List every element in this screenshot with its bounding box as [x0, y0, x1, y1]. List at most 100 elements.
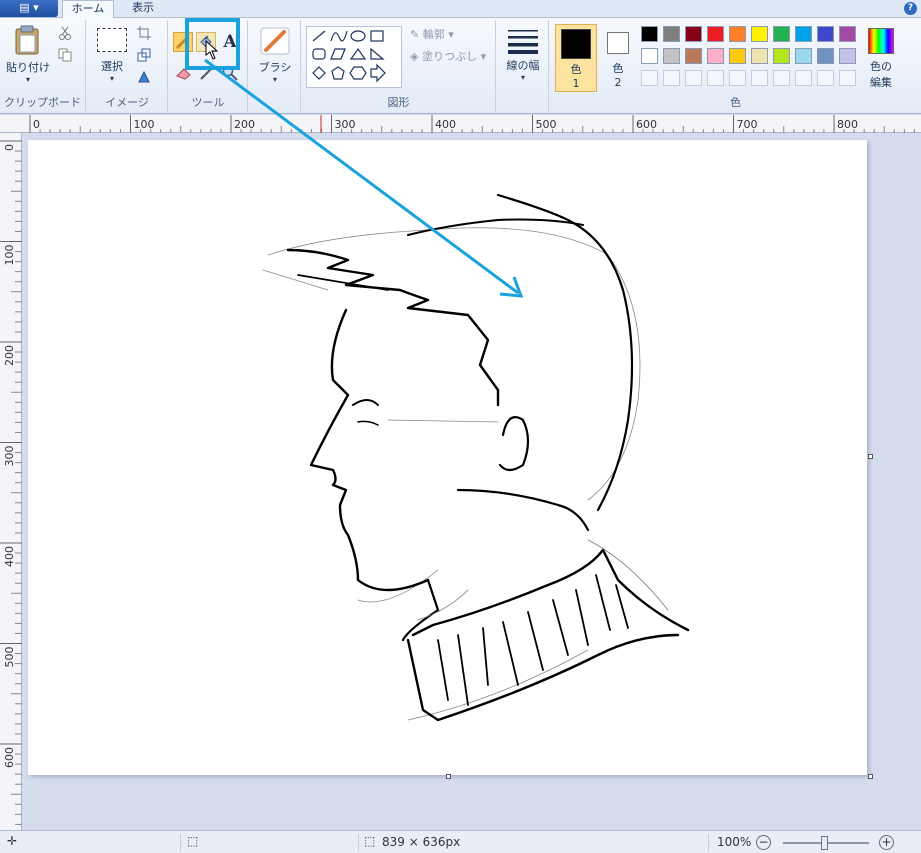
line-width-icon	[508, 30, 538, 54]
palette-swatch[interactable]	[773, 70, 790, 86]
color1-number: 1	[572, 77, 580, 90]
drawing-canvas[interactable]	[28, 140, 867, 775]
canvas-resize-handle-corner[interactable]	[868, 774, 873, 779]
palette-swatch[interactable]	[839, 70, 856, 86]
shapes-gallery[interactable]	[306, 26, 402, 88]
ruler-label: 0	[33, 118, 40, 131]
color2-button[interactable]: 色 2	[601, 24, 635, 92]
palette-swatch[interactable]	[685, 26, 702, 42]
paint-menu-button[interactable]: ▤ ▾	[0, 0, 58, 17]
paste-icon	[15, 25, 39, 55]
ruler-label: 200	[234, 118, 255, 131]
palette-swatch[interactable]	[685, 70, 702, 86]
ruler-label: 0	[3, 144, 16, 151]
outline-button[interactable]: ✎ 輪郭 ▾	[410, 26, 494, 42]
palette-swatch[interactable]	[707, 48, 724, 64]
outline-icon: ✎	[410, 28, 423, 41]
select-label: 選択	[101, 60, 123, 73]
canvas-resize-handle-right[interactable]	[868, 454, 873, 459]
palette-swatch[interactable]	[641, 70, 658, 86]
vertical-ruler-ticks: 0 100 200 300 400 500 600	[0, 140, 22, 825]
palette-swatch[interactable]	[707, 26, 724, 42]
mouse-cursor-icon	[205, 40, 219, 60]
canvas-dimensions: 839 × 636px	[382, 835, 461, 849]
palette-swatch[interactable]	[641, 26, 658, 42]
paste-button[interactable]: 貼り付け ▾	[6, 24, 50, 90]
palette-swatch[interactable]	[773, 48, 790, 64]
zoom-slider-thumb[interactable]	[821, 836, 828, 850]
zoom-in-button[interactable]: +	[879, 835, 894, 850]
palette-swatch[interactable]	[751, 48, 768, 64]
ruler-label: 500	[536, 118, 557, 131]
color2-label: 色	[612, 62, 624, 75]
palette-swatch[interactable]	[795, 48, 812, 64]
horizontal-ruler: 0 100 200 300 400 500 600 700 800	[0, 115, 921, 133]
edit-colors-icon	[868, 28, 894, 54]
brushes-group: ブラシ ▾	[249, 20, 301, 112]
ruler-label: 600	[3, 747, 16, 768]
fill-icon: ◈	[410, 50, 422, 63]
palette-swatch[interactable]	[729, 70, 746, 86]
fill-button[interactable]: ◈ 塗りつぶし ▾	[410, 48, 494, 64]
color1-button[interactable]: 色 1	[555, 24, 597, 92]
canvas-workspace	[22, 133, 921, 830]
edit-colors-button[interactable]: 色の 編集	[863, 26, 899, 92]
help-icon[interactable]: ?	[904, 2, 917, 15]
crop-icon[interactable]	[137, 26, 151, 40]
shapes-group-label: 図形	[387, 96, 410, 109]
ribbon: 貼り付け ▾ クリップボード 選択 ▾ イメージ A ツール ブラシ ▾ ✎ 輪…	[0, 18, 921, 114]
ruler-label: 400	[435, 118, 456, 131]
palette-swatch[interactable]	[663, 26, 680, 42]
select-icon	[97, 28, 127, 52]
palette-swatch[interactable]	[817, 70, 834, 86]
palette-swatch[interactable]	[773, 26, 790, 42]
ruler-label: 400	[3, 546, 16, 567]
tab-home[interactable]: ホーム	[62, 0, 114, 18]
brushes-label: ブラシ	[258, 61, 292, 74]
cut-icon[interactable]	[58, 26, 72, 40]
line-width-label: 線の幅	[506, 59, 540, 72]
palette-swatch[interactable]	[839, 26, 856, 42]
palette-swatch[interactable]	[685, 48, 702, 64]
palette-swatch[interactable]	[751, 26, 768, 42]
palette-swatch[interactable]	[663, 70, 680, 86]
brush-icon	[260, 27, 290, 55]
profile-sketch	[262, 193, 690, 722]
zoom-out-button[interactable]: −	[756, 835, 771, 850]
palette-swatch[interactable]	[729, 26, 746, 42]
select-button[interactable]: 選択 ▾	[91, 28, 133, 90]
palette-swatch[interactable]	[817, 48, 834, 64]
brushes-button[interactable]: ブラシ ▾	[253, 26, 297, 92]
palette-swatch[interactable]	[663, 48, 680, 64]
palette-swatch[interactable]	[751, 70, 768, 86]
color2-number: 2	[614, 76, 622, 89]
copy-icon[interactable]	[58, 48, 72, 62]
rotate-icon[interactable]	[137, 70, 151, 84]
palette-swatch[interactable]	[795, 70, 812, 86]
palette-swatch[interactable]	[641, 48, 658, 64]
canvas-resize-handle-bottom[interactable]	[446, 774, 451, 779]
palette-swatch[interactable]	[839, 48, 856, 64]
tab-view[interactable]: 表示	[122, 0, 164, 18]
clipboard-group-label: クリップボード	[4, 96, 81, 109]
paste-label: 貼り付け	[6, 61, 50, 74]
ruler-label: 600	[636, 118, 657, 131]
palette-swatch[interactable]	[795, 26, 812, 42]
image-group: 選択 ▾ イメージ	[87, 20, 168, 112]
ruler-label: 300	[335, 118, 356, 131]
color2-swatch	[607, 32, 629, 54]
status-bar: ✛ ⬚ ⬚ 839 × 636px 100% − +	[0, 830, 921, 853]
clipboard-group: 貼り付け ▾ クリップボード	[0, 20, 86, 112]
colors-group-label: 色	[730, 96, 741, 109]
resize-icon[interactable]	[137, 48, 151, 62]
line-width-button[interactable]: 線の幅 ▾	[501, 28, 545, 94]
tools-group-label: ツール	[191, 96, 225, 109]
palette-swatch[interactable]	[817, 26, 834, 42]
zoom-slider[interactable]	[783, 836, 869, 850]
ruler-label: 800	[837, 118, 858, 131]
palette-swatch[interactable]	[729, 48, 746, 64]
ruler-label: 100	[3, 245, 16, 266]
shapes-group: ✎ 輪郭 ▾ ◈ 塗りつぶし ▾ 図形	[302, 20, 496, 112]
palette-swatch[interactable]	[707, 70, 724, 86]
canvas-size-icon: ⬚	[364, 834, 376, 848]
